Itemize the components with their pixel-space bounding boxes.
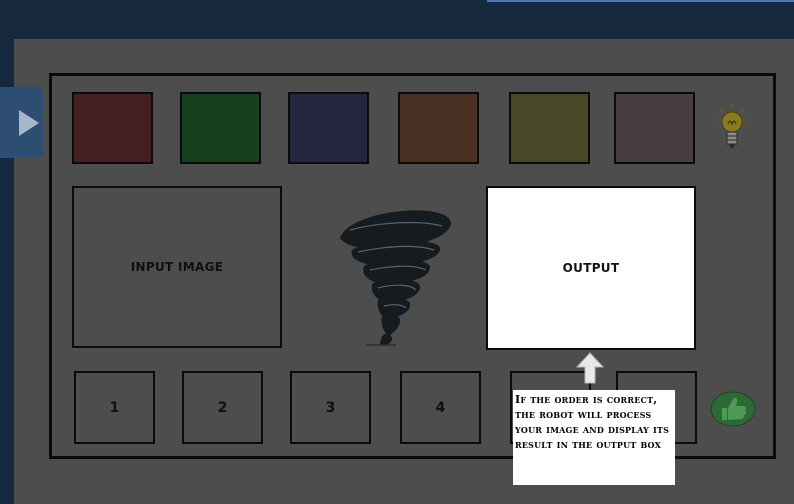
input-image-box: INPUT IMAGE — [72, 186, 282, 348]
step-slot-3-number: 3 — [325, 399, 336, 416]
step-slot-3[interactable]: 3 — [290, 371, 371, 444]
play-arrow-icon — [19, 109, 39, 136]
color-swatch-blue[interactable] — [288, 92, 369, 164]
color-swatch-mauve[interactable] — [614, 92, 695, 164]
step-slot-2-number: 2 — [217, 399, 228, 416]
top-bar — [0, 0, 794, 39]
color-swatch-brown[interactable] — [398, 92, 479, 164]
lightbulb-icon[interactable] — [717, 104, 747, 154]
up-arrow-icon — [576, 352, 604, 384]
tooltip-text: If the order is correct, the robot will … — [515, 393, 670, 451]
thumbs-up-icon[interactable] — [710, 390, 756, 428]
step-slot-2[interactable]: 2 — [182, 371, 263, 444]
tornado-icon — [340, 210, 451, 346]
color-swatch-olive[interactable] — [509, 92, 590, 164]
step-slot-1-number: 1 — [109, 399, 120, 416]
step-slot-4-number: 4 — [435, 399, 446, 416]
step-slot-4[interactable]: 4 — [400, 371, 481, 444]
step-slot-1[interactable]: 1 — [74, 371, 155, 444]
color-swatch-red[interactable] — [72, 92, 153, 164]
top-bar-accent-line — [487, 0, 794, 2]
instruction-tooltip: If the order is correct, the robot will … — [513, 390, 675, 485]
output-label: OUTPUT — [562, 261, 620, 275]
color-swatch-green[interactable] — [180, 92, 261, 164]
input-image-label: INPUT IMAGE — [130, 260, 224, 274]
sidebar-toggle-button[interactable] — [0, 87, 43, 158]
output-box: OUTPUT — [486, 186, 696, 350]
